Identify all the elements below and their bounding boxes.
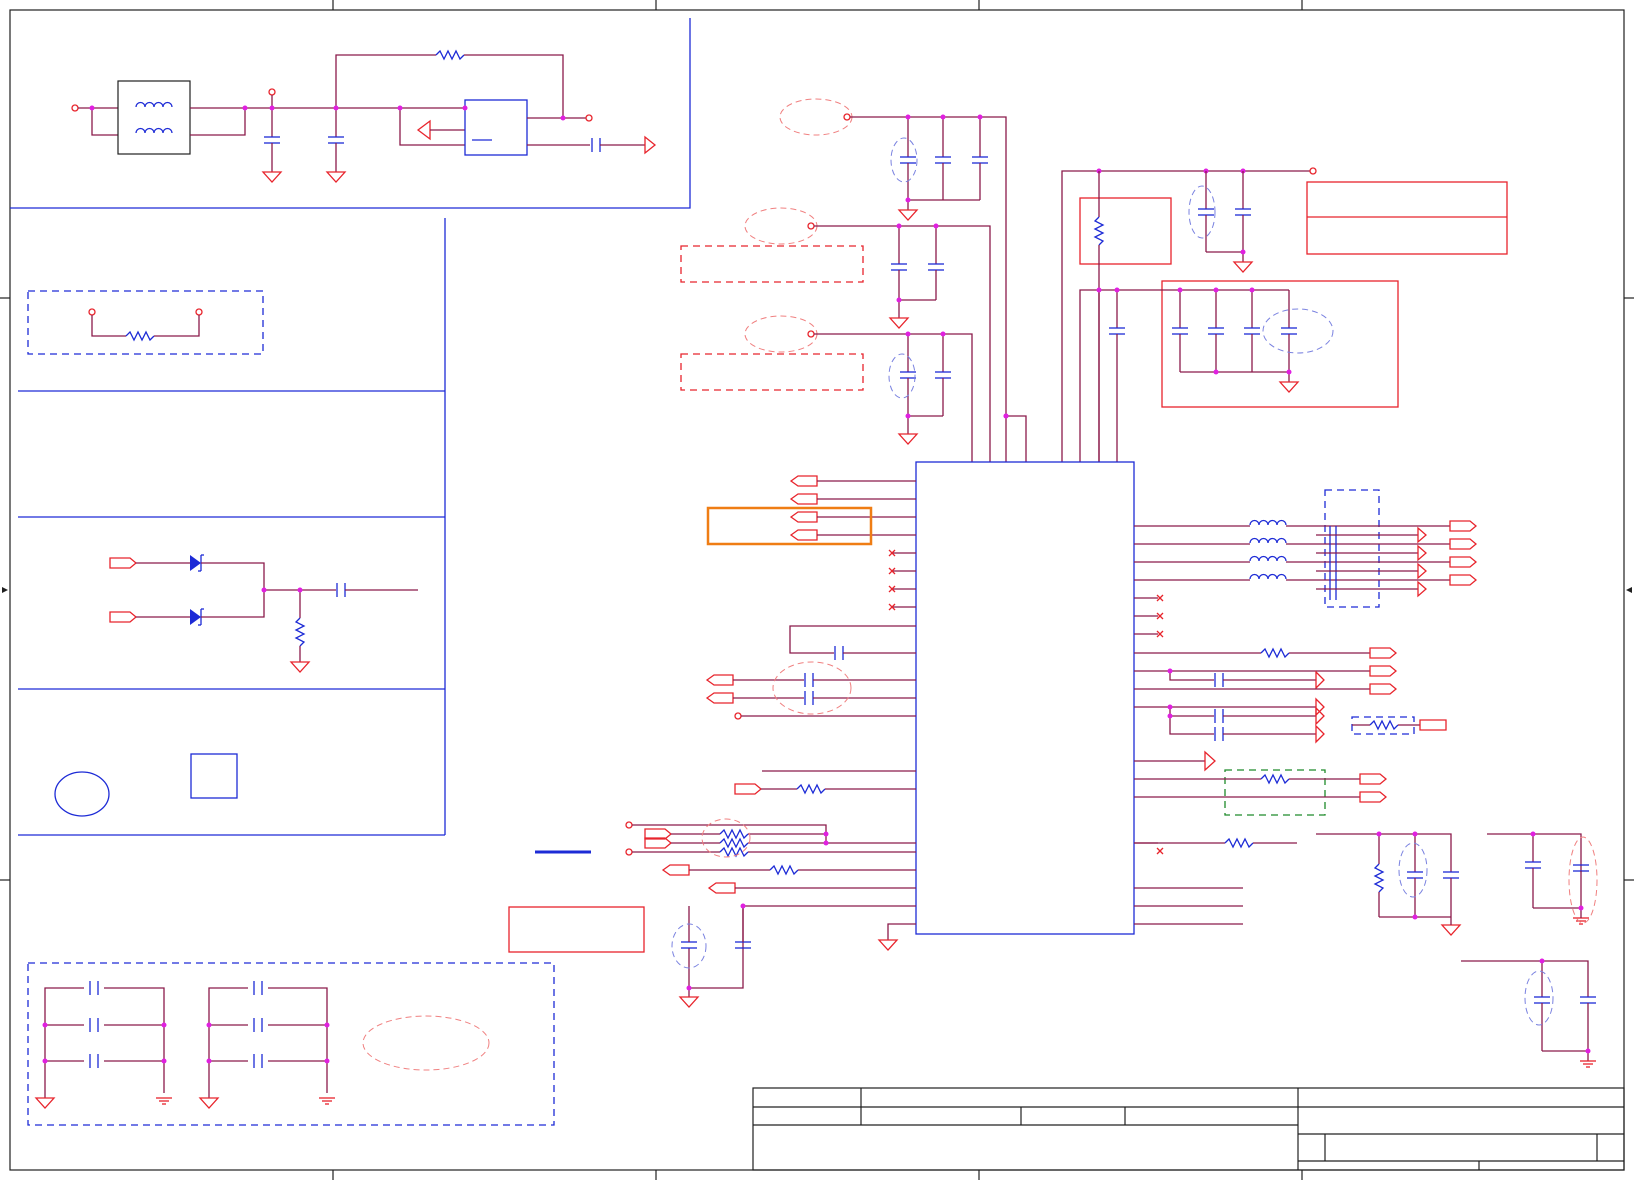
common-mode-choke xyxy=(117,80,191,155)
regulator-ic xyxy=(464,99,528,156)
diode-circuit xyxy=(109,554,418,673)
note-box xyxy=(508,906,645,953)
right-power-groups xyxy=(1061,167,1508,462)
top-decoupling-caps xyxy=(680,98,1027,462)
cap-bank-box xyxy=(1161,280,1399,408)
section-frames xyxy=(10,18,691,836)
resistor-box xyxy=(1079,197,1172,265)
title-block xyxy=(752,1087,1625,1171)
power-input-circuit xyxy=(71,50,657,183)
main-ic xyxy=(915,461,1135,935)
fiducial-square xyxy=(190,753,238,799)
decoupling-block xyxy=(27,962,555,1126)
sheet-border xyxy=(0,0,1634,1180)
note-table xyxy=(1306,181,1508,255)
ic-left-signals xyxy=(625,475,916,1008)
ic-right-signals xyxy=(1134,489,1477,925)
resistor-option-box xyxy=(27,290,264,355)
lower-right-caps xyxy=(1316,831,1598,1068)
highlight-box xyxy=(706,506,873,546)
fiducial-circle xyxy=(54,771,110,817)
schematic-sheet xyxy=(0,0,1634,1180)
